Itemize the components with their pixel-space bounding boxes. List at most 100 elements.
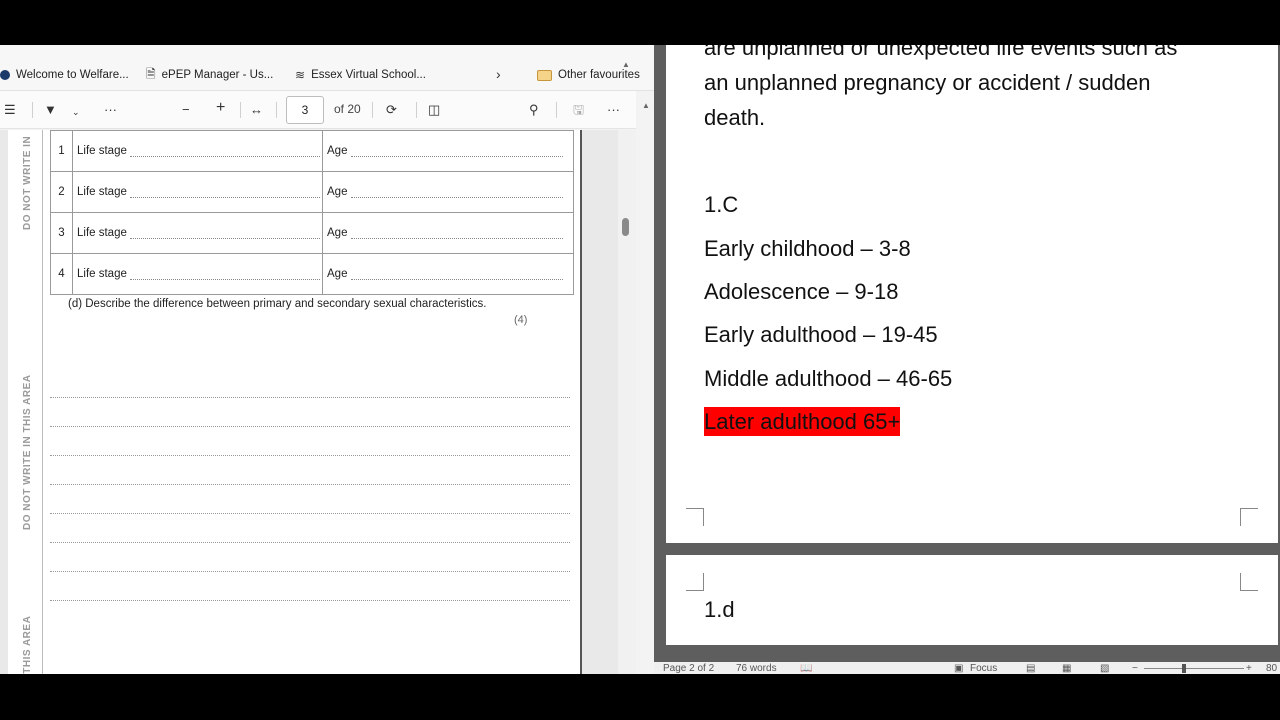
scroll-up-icon[interactable]: ▲ [642,101,650,110]
proofing-icon[interactable]: 📖 [800,663,812,674]
life-stage-cell[interactable]: Life stage [72,212,323,254]
page-corner-mark [1240,508,1258,526]
answer-line[interactable] [50,455,570,456]
page-corner-mark [1240,573,1258,591]
answer-dots [130,188,321,198]
word-document-window: are unplanned or unexpected life events … [654,45,1280,674]
page-corner-mark [686,508,704,526]
row-number: 4 [50,253,73,295]
life-stage-cell[interactable]: Life stage [72,171,323,213]
settings-more-icon[interactable]: ··· [607,101,620,119]
page-number-input[interactable]: 3 [286,96,324,124]
scroll-up-icon[interactable]: ▲ [622,60,630,69]
zoom-out-icon[interactable]: − [1132,663,1138,674]
rotate-icon[interactable]: ⟳ [386,101,397,119]
life-stage-answer: Adolescence – 9-18 [704,279,899,304]
chevron-down-icon[interactable]: ⌄ [72,103,80,121]
site-logo-icon [0,70,10,80]
other-favourites[interactable]: Other favourites [537,67,640,83]
favourite-label: ePEP Manager - Us... [161,69,274,81]
wave-icon: ≋ [295,68,306,82]
page-corner-mark [686,573,704,591]
answer-line[interactable] [50,571,570,572]
pdf-viewport[interactable]: DO NOT WRITE IN DO NOT WRITE IN THIS ARE… [0,130,636,674]
life-stage-label: Life stage [77,227,127,239]
life-stage-cell[interactable]: Life stage [72,253,323,295]
table-row: 1 Life stage Age [50,130,574,172]
age-cell[interactable]: Age [322,130,574,172]
document-page-2[interactable]: 1.d [666,555,1278,645]
row-number: 2 [50,171,73,213]
life-stage-answer: Early adulthood – 19-45 [704,322,938,347]
margin-rule [42,130,43,674]
margin-note: WRITE IN THIS AREA [22,615,33,674]
answer-line[interactable] [50,397,570,398]
age-label: Age [327,227,348,239]
life-stage-label: Life stage [77,268,127,280]
question-d: (d) Describe the difference between prim… [68,298,487,310]
zoom-level[interactable]: 80 [1266,663,1277,674]
focus-icon[interactable]: ▣ [954,663,963,674]
toolbar-divider [416,102,417,118]
toolbar-divider [32,102,33,118]
page-view-icon[interactable]: ◫ [428,101,440,119]
web-layout-icon[interactable]: ▧ [1100,663,1109,674]
life-stage-answer: Middle adulthood – 46-65 [704,366,953,391]
zoom-in-icon[interactable]: + [216,99,225,117]
favourites-bar: Welcome to Welfare... 🗎 ePEP Manager - U… [0,59,654,91]
zoom-slider-thumb[interactable] [1182,664,1186,673]
favourite-label: Essex Virtual School... [311,69,426,81]
body-text-line: an unplanned pregnancy or accident / sud… [704,70,1151,95]
chevron-right-icon[interactable]: › [496,66,501,82]
pdf-toolbar: ☰ ▼ ⌄ ··· − + ↔ 3 of 20 ⟳ ◫ ⚲ 🖫 ··· [0,91,636,129]
age-label: Age [327,268,348,280]
age-cell[interactable]: Age [322,212,574,254]
margin-note: DO NOT WRITE IN THIS AREA [22,374,33,530]
zoom-slider[interactable] [1144,668,1244,669]
answer-line[interactable] [50,426,570,427]
print-layout-icon[interactable]: ▦ [1062,663,1071,674]
favourite-epep[interactable]: 🗎 ePEP Manager - Us... [146,67,273,83]
question-marks: (4) [514,314,528,326]
scrollbar-thumb[interactable] [622,218,629,236]
pdf-scrollbar[interactable]: ▲ [618,60,636,674]
focus-button[interactable]: Focus [970,663,997,674]
page-count: of 20 [334,102,361,116]
highlight-icon[interactable]: ▼ [44,101,57,119]
table-row: 4 Life stage Age [50,253,574,295]
body-text-line: death. [704,105,766,130]
table-row: 2 Life stage Age [50,171,574,213]
screen: Welcome to Welfare... 🗎 ePEP Manager - U… [0,0,1280,720]
answer-line[interactable] [50,484,570,485]
page-indicator[interactable]: Page 2 of 2 [663,663,714,674]
row-number: 1 [50,130,73,172]
age-cell[interactable]: Age [322,171,574,213]
life-stage-table: 1 Life stage Age 2 Life stage Age 3 Life… [50,130,574,295]
section-heading: 1.d [704,597,735,622]
search-icon[interactable]: ⚲ [529,101,539,119]
read-mode-icon[interactable]: ▤ [1026,663,1035,674]
answer-line[interactable] [50,600,570,601]
age-cell[interactable]: Age [322,253,574,295]
word-count[interactable]: 76 words [736,663,777,674]
save-icon[interactable]: 🖫 [573,101,584,119]
toolbar-divider [372,102,373,118]
answer-line[interactable] [50,513,570,514]
row-number: 3 [50,212,73,254]
favourite-essex-virtual-school[interactable]: ≋ Essex Virtual School... [295,67,426,83]
fit-page-icon[interactable]: ↔ [250,101,263,119]
life-stage-cell[interactable]: Life stage [72,130,323,172]
answer-dots [350,147,563,157]
favourite-welfare[interactable]: Welcome to Welfare... [0,67,129,83]
answer-line[interactable] [50,542,570,543]
document-page-1[interactable]: are unplanned or unexpected life events … [666,45,1278,543]
page-icon: 🗎 [146,66,156,81]
toolbar-divider [240,102,241,118]
other-favourites-label: Other favourites [558,69,640,81]
body-text-line: are unplanned or unexpected life events … [704,45,1178,60]
zoom-out-icon[interactable]: − [182,101,190,119]
more-tools-icon[interactable]: ··· [104,101,117,119]
zoom-in-icon[interactable]: + [1246,663,1252,674]
contents-list-icon[interactable]: ☰ [4,101,16,119]
answer-dots [350,270,563,280]
